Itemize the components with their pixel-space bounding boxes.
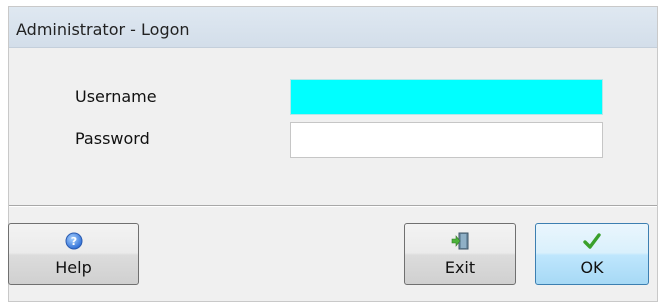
help-button-label: Help [55, 258, 92, 277]
exit-button-label: Exit [444, 258, 476, 277]
checkmark-icon [583, 232, 601, 250]
password-field[interactable] [290, 122, 603, 158]
ok-button[interactable]: OK [535, 223, 649, 285]
username-label: Username [75, 87, 157, 106]
exit-button[interactable]: Exit [404, 223, 516, 285]
ok-button-label: OK [580, 258, 604, 277]
logon-dialog: Administrator - Logon Username Password … [8, 6, 658, 302]
username-field[interactable] [290, 79, 603, 115]
svg-text:?: ? [70, 235, 76, 248]
divider [9, 205, 657, 207]
window-title: Administrator - Logon [16, 20, 190, 39]
help-button[interactable]: ? Help [8, 223, 139, 285]
password-label: Password [75, 129, 150, 148]
title-bar: Administrator - Logon [9, 7, 657, 48]
exit-door-icon [451, 232, 469, 250]
help-icon: ? [65, 232, 83, 250]
